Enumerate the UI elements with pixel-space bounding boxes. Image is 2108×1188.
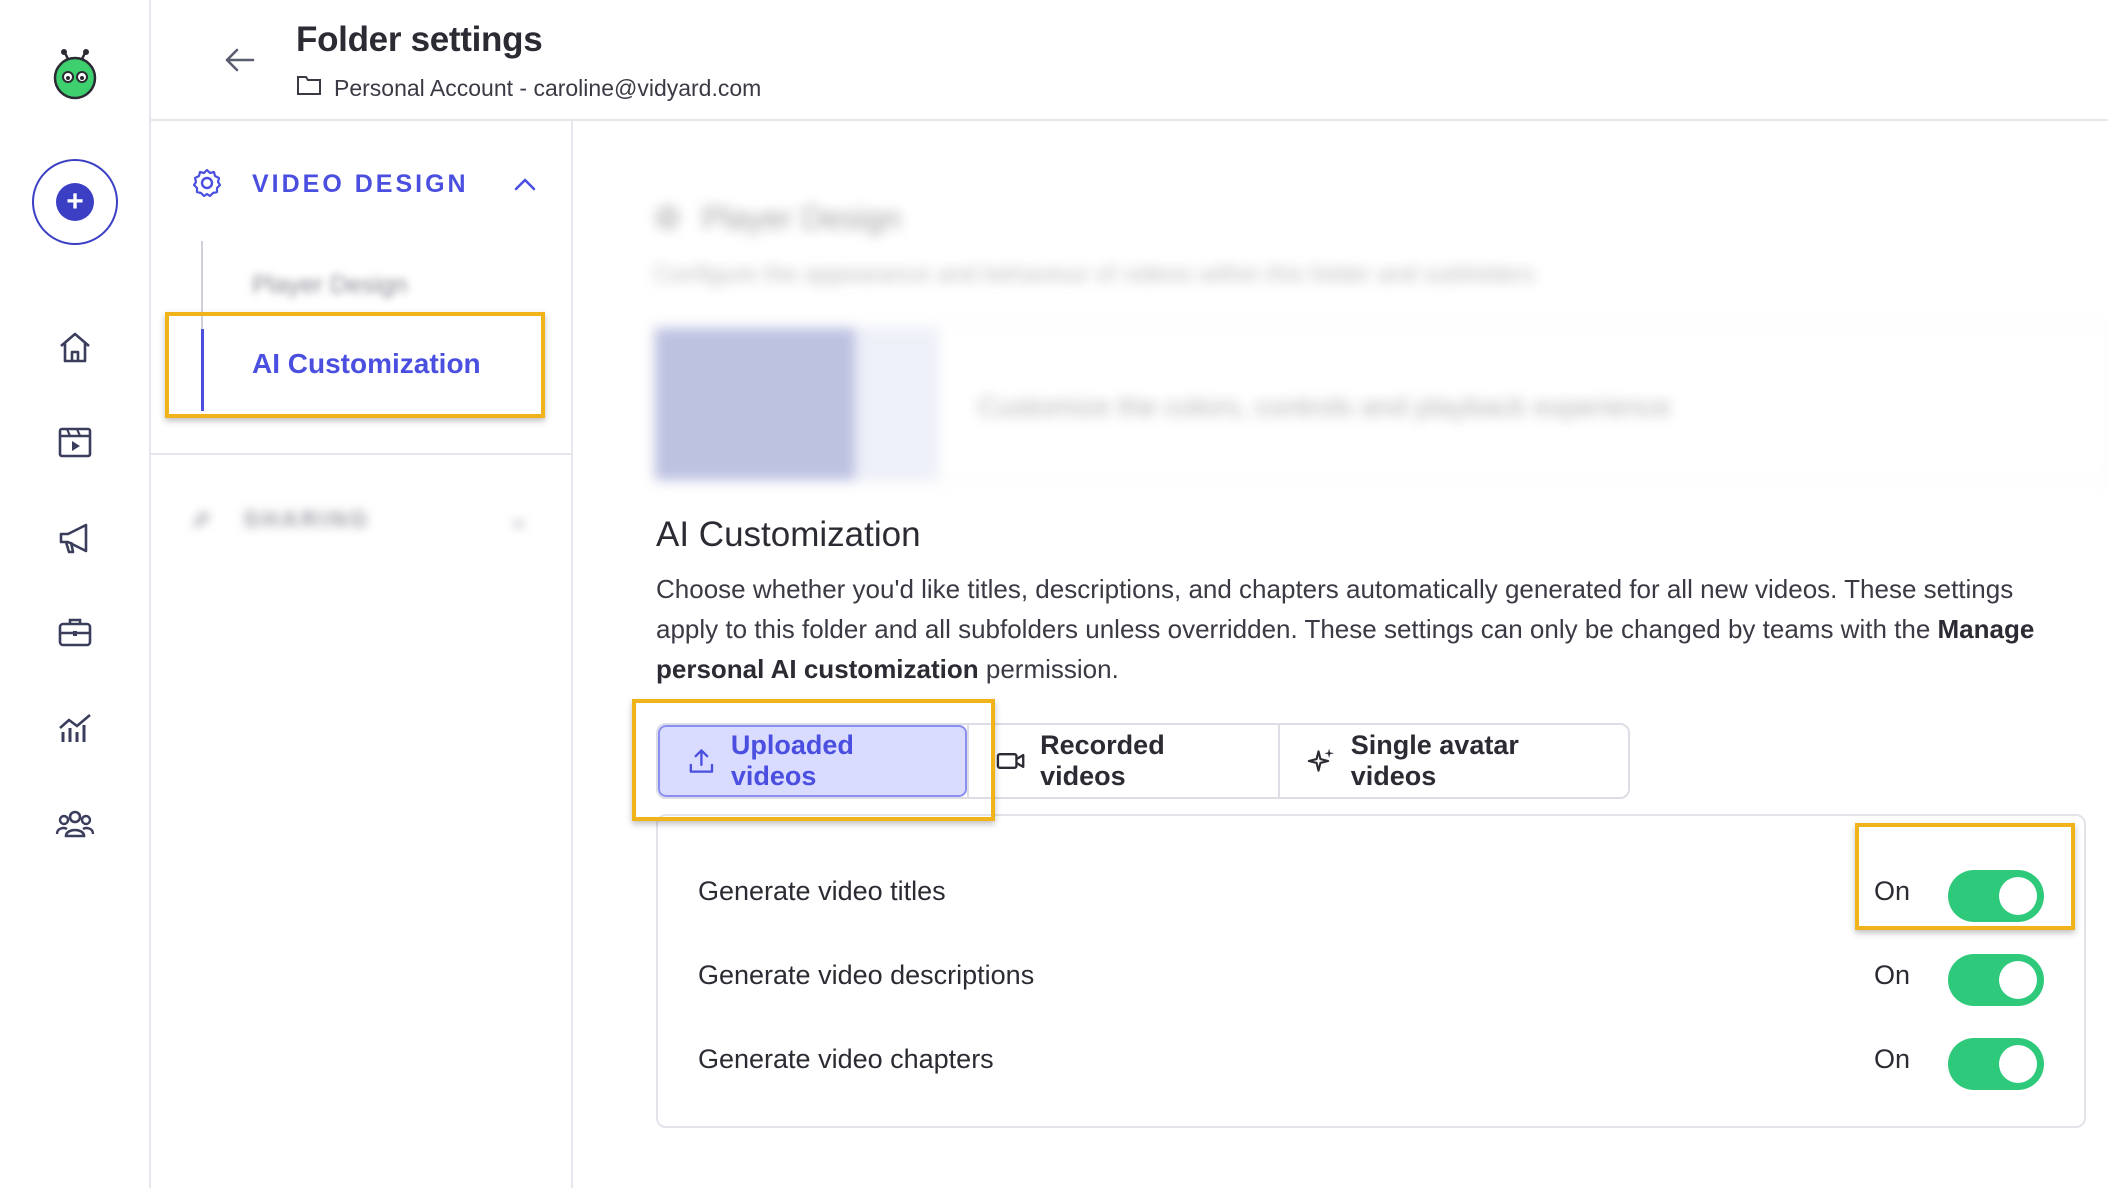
tab-single-avatar-videos[interactable]: Single avatar videos [1278,725,1628,797]
player-design-title-text: Player Design [701,199,901,236]
left-rail: + [0,0,151,1188]
team-icon[interactable] [55,804,95,844]
share-icon: ⇗ [191,505,214,532]
ai-desc-part1: Choose whether you'd like titles, descri… [656,574,2014,644]
app-root: + Folder settings Personal Account - car… [0,0,2108,1188]
player-thumbnail [655,328,855,480]
create-button[interactable]: + [32,159,118,245]
video-library-icon[interactable] [55,422,95,462]
breadcrumb: Personal Account - caroline@vidyard.com [296,74,761,102]
breadcrumb-text: Personal Account - caroline@vidyard.com [334,74,762,101]
player-design-description: Configure the appearance and behaviour o… [653,261,1535,288]
page-title: Folder settings [296,20,543,59]
nav-section-sharing-label: SHARING [243,505,371,532]
page-header: Folder settings Personal Account - carol… [151,0,2108,121]
settings-nav: VIDEO DESIGN Player Design AI Customizat… [151,121,573,1188]
toggle-label: Generate video chapters [698,1044,994,1074]
tab-recorded-videos[interactable]: Recorded videos [967,725,1278,797]
home-icon[interactable] [55,328,95,368]
highlight-box [632,699,995,821]
player-design-card-text: Customize the colors, controls and playb… [978,391,1671,422]
nav-section-sharing[interactable]: ⇗ SHARING ⌄ [191,499,531,539]
toggle-state: On [1874,960,1911,990]
folder-icon [296,74,322,102]
megaphone-icon[interactable] [55,518,95,558]
tab-label: Single avatar videos [1350,730,1519,791]
main-content: ⚙ Player Design Configure the appearance… [573,121,2108,1188]
toggle-label: Generate video titles [698,876,946,906]
ai-customization-description: Choose whether you'd like titles, descri… [656,569,2056,689]
nav-item-player-design[interactable]: Player Design [252,271,408,300]
highlight-box [165,312,545,418]
tab-label: Recorded videos [1040,730,1165,791]
toggle-row-descriptions: Generate video descriptions On [658,946,2084,1006]
video-camera-icon [996,753,1025,769]
generate-chapters-toggle[interactable] [1948,1038,2044,1090]
gear-icon: ⚙ [653,200,682,236]
create-plus-icon: + [56,183,94,221]
player-design-title: ⚙ Player Design [653,199,901,237]
toggle-label: Generate video descriptions [698,960,1035,990]
player-thumbnail-pattern [855,328,939,480]
generate-descriptions-toggle[interactable] [1948,954,2044,1006]
vidyard-logo-icon[interactable] [47,45,103,101]
chevron-up-icon[interactable] [511,171,539,199]
gear-icon [191,167,223,199]
sparkle-icon [1307,748,1334,772]
highlight-box [1855,823,2075,930]
back-arrow-icon[interactable] [219,40,259,80]
analytics-icon[interactable] [55,708,95,748]
briefcase-icon[interactable] [55,612,95,652]
toggle-state: On [1874,1044,1911,1074]
nav-section-video-design: VIDEO DESIGN Player Design AI Customizat… [151,121,573,455]
ai-desc-part2: permission. [978,654,1119,684]
ai-customization-title: AI Customization [656,515,921,554]
chevron-down-icon: ⌄ [508,505,531,532]
toggle-row-chapters: Generate video chapters On [658,1030,2084,1090]
nav-section-label[interactable]: VIDEO DESIGN [252,170,469,199]
